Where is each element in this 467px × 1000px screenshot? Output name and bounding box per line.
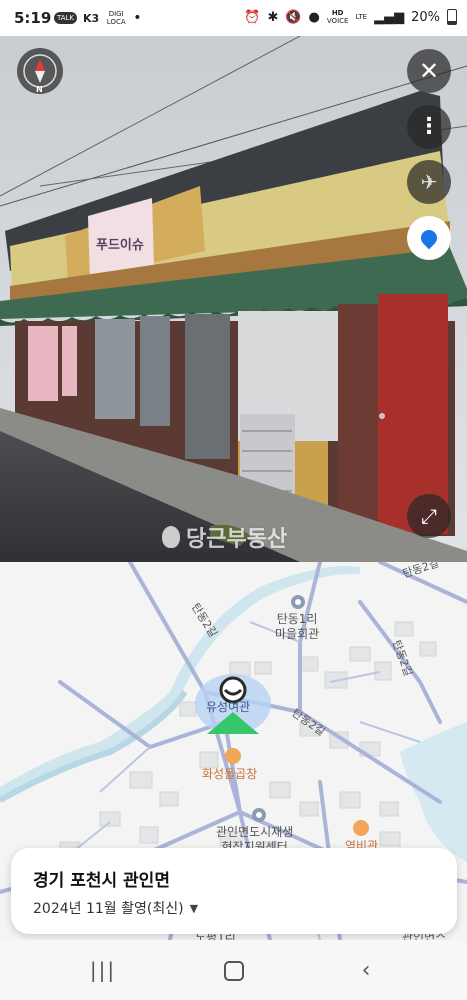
home-icon (224, 961, 244, 981)
location-pin-icon (417, 226, 441, 250)
hd-sub-label: VOICE (326, 17, 349, 25)
dot-icon: • (133, 10, 142, 26)
k3-badge: K3 (83, 11, 100, 25)
bluetooth-icon: ✱ (267, 9, 279, 25)
status-notification-icons: TALK K3 DIGI LOCA • (54, 10, 141, 26)
kakaotalk-badge: TALK (54, 12, 78, 24)
capture-date-selector[interactable]: 2024년 11월 촬영(최신) ▼ (33, 898, 198, 918)
watermark-text: 당근부동산 (186, 527, 288, 552)
system-navigation-bar: ||| ‹ (0, 940, 467, 1000)
more-vert-icon: ⋮ (418, 114, 440, 139)
location-icon: ● (308, 9, 320, 25)
alarm-icon: ⏰ (244, 9, 261, 25)
capture-date-label: 2024년 11월 촬영(최신) (33, 901, 184, 917)
support-center-line1: 관인면도시재생 (216, 825, 294, 839)
tandong-hall-line1: 탄동1리 (276, 612, 318, 626)
carrot-logo-icon (162, 526, 180, 548)
tandong-hall-line2: 마을회관 (275, 627, 320, 641)
aerial-view-button[interactable]: ✈ (407, 160, 451, 204)
dropdown-arrow-icon: ▼ (189, 901, 199, 915)
digiloca-badge: DIGI LOCA (106, 10, 126, 26)
expand-icon: ⤢ (421, 504, 437, 528)
recent-apps-icon: ||| (89, 958, 117, 982)
map-label-restaurant: 화성돌곱창 (202, 767, 258, 781)
battery-text: 20% (411, 9, 440, 25)
close-icon: ✕ (418, 57, 440, 85)
status-time: 5:19 (14, 9, 52, 27)
hd-label: HD (331, 9, 344, 17)
airplane-icon: ✈ (420, 170, 438, 194)
location-info-card[interactable]: 경기 포천시 관인면 2024년 11월 촬영(최신) ▼ (11, 848, 457, 934)
status-bar: 5:19 TALK K3 DIGI LOCA • ⏰ ✱ 🔇 ● HD VOICE… (0, 0, 467, 36)
watermark: 당근부동산 (162, 521, 287, 553)
map-label-tandong-hall: 탄동1리 마을회관 (275, 612, 319, 642)
back-button[interactable]: ‹ (352, 956, 380, 984)
expand-button[interactable]: ⤢ (407, 494, 451, 538)
lte-icon: LTE (355, 13, 368, 21)
battery-icon (447, 9, 457, 25)
store-sign-text: 푸드이슈 (96, 237, 144, 253)
signal-icon: ▂▄▆ (374, 9, 405, 25)
hd-voice-icon: HD VOICE (327, 9, 349, 25)
street-scene: 푸드이슈 (0, 36, 467, 562)
map-label-yuseong-inn: 유성여관 (206, 700, 251, 714)
back-icon: ‹ (361, 957, 371, 983)
home-button[interactable] (221, 958, 247, 984)
street-view-panorama[interactable]: 푸드이슈 당근부동산 N ✕ ⋮ ✈ ⤢ (0, 36, 467, 562)
close-button[interactable]: ✕ (407, 49, 451, 93)
compass-button[interactable]: N (17, 48, 63, 94)
location-pin-button[interactable] (407, 216, 451, 260)
location-title: 경기 포천시 관인면 (33, 871, 170, 891)
svg-text:N: N (36, 85, 43, 94)
recent-apps-button[interactable]: ||| (88, 956, 118, 984)
mute-icon: 🔇 (285, 9, 302, 25)
more-options-button[interactable]: ⋮ (407, 105, 451, 149)
status-right-icons: ⏰ ✱ 🔇 ● HD VOICE LTE ▂▄▆ 20% (244, 9, 457, 25)
compass-icon: N (23, 54, 57, 94)
